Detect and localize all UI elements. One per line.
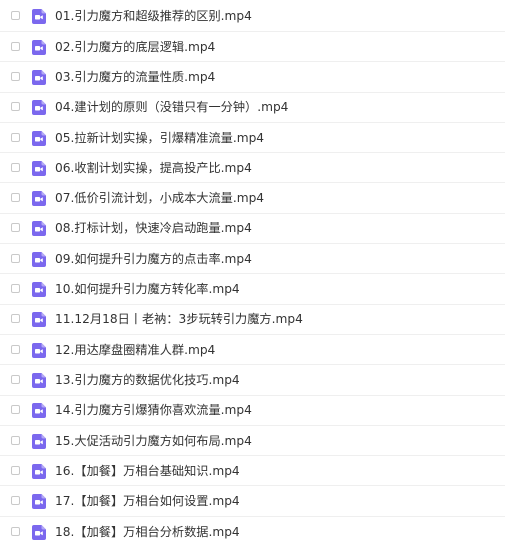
row-checkbox[interactable] (11, 162, 20, 172)
video-file-icon (32, 433, 46, 449)
file-row[interactable]: 03.引力魔方的流量性质.mp4 (0, 62, 505, 93)
row-checkbox[interactable] (11, 223, 20, 233)
file-name: 11.12月18日丨老衲：3步玩转引力魔方.mp4 (55, 312, 303, 327)
video-file-icon (32, 282, 46, 298)
file-name: 16.【加餐】万相台基础知识.mp4 (55, 463, 240, 478)
video-file-icon (32, 100, 46, 116)
file-name: 12.用达摩盘圈精准人群.mp4 (55, 342, 216, 357)
file-list: 01.引力魔方和超级推荐的区别.mp4 02.引力魔方的底层逻辑.mp4 03.… (0, 0, 505, 557)
file-row[interactable]: 04.建计划的原则（没错只有一分钟）.mp4 (0, 93, 505, 123)
file-row[interactable]: 11.12月18日丨老衲：3步玩转引力魔方.mp4 (0, 305, 505, 335)
file-name: 05.拉新计划实操，引爆精准流量.mp4 (55, 130, 265, 145)
file-name: 06.收割计划实操，提高投产比.mp4 (55, 160, 252, 175)
row-checkbox[interactable] (11, 314, 20, 324)
file-row[interactable]: 08.打标计划，快速冷启动跑量.mp4 (0, 214, 505, 245)
video-file-icon (32, 130, 46, 146)
row-checkbox[interactable] (11, 193, 20, 203)
row-checkbox[interactable] (11, 374, 20, 384)
file-name: 18.【加餐】万相台分析数据.mp4 (55, 524, 240, 539)
video-file-icon (32, 251, 46, 267)
video-file-icon (32, 221, 46, 237)
file-name: 01.引力魔方和超级推荐的区别.mp4 (55, 8, 252, 23)
row-checkbox[interactable] (11, 253, 20, 263)
row-checkbox[interactable] (11, 465, 20, 475)
file-name: 17.【加餐】万相台如何设置.mp4 (55, 493, 240, 508)
file-row[interactable]: 15.大促活动引力魔方如何布局.mp4 (0, 426, 505, 457)
row-checkbox[interactable] (11, 132, 20, 142)
row-checkbox[interactable] (11, 41, 20, 51)
row-checkbox[interactable] (11, 71, 20, 81)
video-file-icon (32, 372, 46, 388)
video-file-icon (32, 39, 46, 55)
file-name: 14.引力魔方引爆猜你喜欢流量.mp4 (55, 403, 252, 418)
row-checkbox[interactable] (11, 344, 20, 354)
file-row[interactable]: 05.拉新计划实操，引爆精准流量.mp4 (0, 123, 505, 154)
row-checkbox[interactable] (11, 284, 20, 294)
video-file-icon (32, 160, 46, 176)
row-checkbox[interactable] (11, 496, 20, 506)
video-file-icon (32, 524, 46, 540)
video-file-icon (32, 403, 46, 419)
file-row[interactable]: 12.用达摩盘圈精准人群.mp4 (0, 335, 505, 366)
file-name: 13.引力魔方的数据优化技巧.mp4 (55, 372, 240, 387)
file-name: 02.引力魔方的底层逻辑.mp4 (55, 39, 216, 54)
file-row[interactable]: 01.引力魔方和超级推荐的区别.mp4 (0, 0, 505, 32)
video-file-icon (32, 312, 46, 328)
row-checkbox[interactable] (11, 102, 20, 112)
video-file-icon (32, 8, 46, 24)
file-name: 09.如何提升引力魔方的点击率.mp4 (55, 251, 252, 266)
video-file-icon (32, 463, 46, 479)
file-row[interactable]: 06.收割计划实操，提高投产比.mp4 (0, 153, 505, 184)
file-row[interactable]: 13.引力魔方的数据优化技巧.mp4 (0, 365, 505, 396)
file-row[interactable]: 10.如何提升引力魔方转化率.mp4 (0, 274, 505, 305)
video-file-icon (32, 342, 46, 358)
file-name: 10.如何提升引力魔方转化率.mp4 (55, 281, 240, 296)
file-row[interactable]: 07.低价引流计划，小成本大流量.mp4 (0, 183, 505, 214)
file-row[interactable]: 18.【加餐】万相台分析数据.mp4 (0, 517, 505, 547)
row-checkbox[interactable] (11, 10, 20, 20)
row-checkbox[interactable] (11, 526, 20, 536)
file-row[interactable]: 17.【加餐】万相台如何设置.mp4 (0, 486, 505, 517)
file-name: 04.建计划的原则（没错只有一分钟）.mp4 (55, 100, 289, 115)
video-file-icon (32, 69, 46, 85)
video-file-icon (32, 191, 46, 207)
file-name: 03.引力魔方的流量性质.mp4 (55, 69, 216, 84)
file-row[interactable]: 09.如何提升引力魔方的点击率.mp4 (0, 244, 505, 275)
file-row[interactable]: 16.【加餐】万相台基础知识.mp4 (0, 456, 505, 487)
video-file-icon (32, 494, 46, 510)
file-name: 08.打标计划，快速冷启动跑量.mp4 (55, 221, 252, 236)
file-name: 15.大促活动引力魔方如何布局.mp4 (55, 433, 252, 448)
row-checkbox[interactable] (11, 405, 20, 415)
row-checkbox[interactable] (11, 435, 20, 445)
file-row[interactable]: 02.引力魔方的底层逻辑.mp4 (0, 32, 505, 63)
file-name: 07.低价引流计划，小成本大流量.mp4 (55, 191, 265, 206)
file-row[interactable]: 14.引力魔方引爆猜你喜欢流量.mp4 (0, 396, 505, 426)
